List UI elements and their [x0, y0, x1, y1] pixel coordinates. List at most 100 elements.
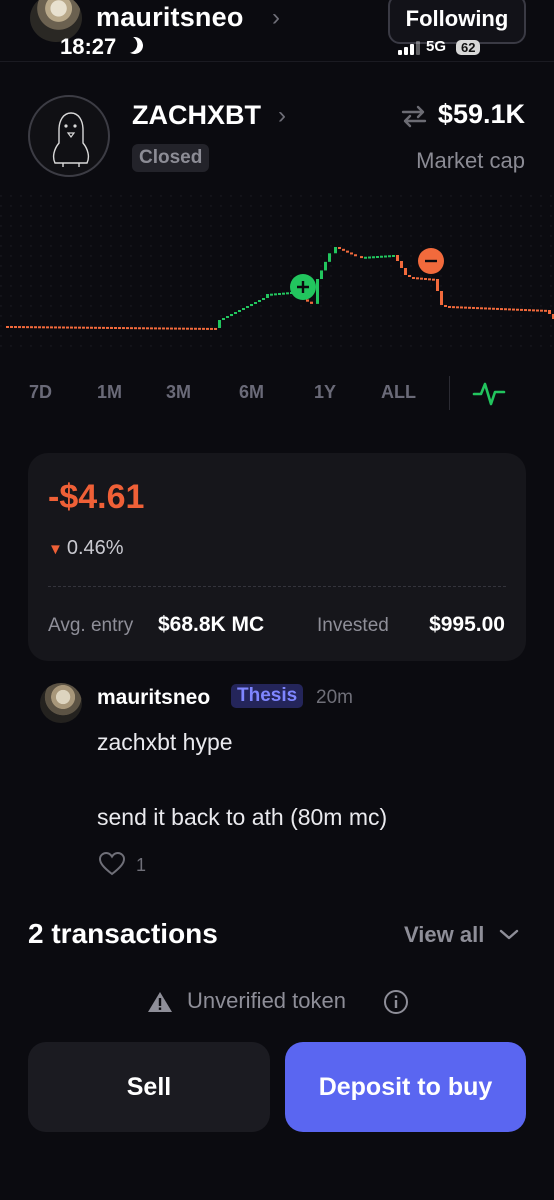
chart-candle [6, 326, 9, 328]
chart-candle [354, 254, 357, 257]
status-bar-right: 5G 62 [398, 38, 481, 55]
chart-candle [540, 309, 543, 312]
comment-text: send it back to ath (80m mc) [97, 804, 388, 830]
chevron-right-icon[interactable]: › [272, 4, 280, 32]
comment-username[interactable]: mauritsneo [97, 686, 210, 710]
chart-candle [78, 326, 81, 329]
chart-candle [488, 307, 491, 310]
info-icon[interactable] [383, 989, 409, 1015]
heart-icon[interactable] [98, 851, 126, 877]
profile-header: mauritsneo › 18:27 Following 5G 62 [0, 0, 554, 62]
chart-candle [452, 306, 455, 309]
chart-candle [346, 250, 349, 253]
market-cap-label: Market cap [416, 148, 525, 173]
chart-candle [428, 278, 431, 281]
chart-candle [222, 318, 225, 320]
pnl-value: -$4.61 [48, 478, 145, 516]
token-logo[interactable] [28, 95, 110, 177]
chart-candle [520, 308, 523, 311]
chevron-right-icon[interactable]: › [278, 102, 286, 130]
sell-marker[interactable] [418, 248, 444, 274]
chart-candle [324, 261, 327, 271]
chart-candle [122, 327, 125, 330]
chart-candle [464, 306, 467, 309]
signal-icon [398, 41, 420, 55]
deposit-to-buy-button[interactable]: Deposit to buy [285, 1042, 526, 1132]
buy-marker[interactable] [290, 274, 316, 300]
comment-timestamp: 20m [316, 687, 353, 708]
chart-candle [320, 270, 323, 279]
chart-candle [162, 327, 165, 330]
chart-candle [380, 255, 383, 258]
chart-candle [468, 306, 471, 309]
tab-7d[interactable]: 7D [29, 382, 52, 403]
chart-candle [114, 327, 117, 329]
profile-username[interactable]: mauritsneo [96, 2, 244, 33]
chart-candle [544, 309, 547, 312]
chart-candle [178, 327, 181, 330]
tab-3m[interactable]: 3M [166, 382, 191, 403]
chart-candle [166, 327, 169, 330]
chart-candle [476, 307, 479, 310]
chart-candle [70, 326, 73, 329]
chart-candle [10, 326, 13, 328]
chart-candle [274, 293, 277, 296]
chart-candle [94, 326, 97, 329]
chart-candle [142, 327, 145, 330]
chevron-down-icon[interactable] [498, 924, 520, 944]
divider [449, 376, 450, 410]
network-label: 5G [426, 38, 447, 55]
pnl-percent: ▼ 0.46% [48, 537, 124, 559]
chart-candle [246, 306, 249, 308]
pulse-line-icon[interactable] [472, 378, 506, 408]
price-chart[interactable] [0, 195, 554, 355]
tab-6m[interactable]: 6M [239, 382, 264, 403]
comment-text: zachxbt hype [97, 729, 233, 755]
chart-candle [384, 255, 387, 258]
chart-candle [22, 326, 25, 329]
chart-candle [278, 293, 281, 295]
chart-candle [202, 327, 205, 330]
chart-candle [38, 326, 41, 329]
chart-candle [174, 327, 177, 330]
swap-arrows-icon[interactable] [400, 104, 428, 128]
chart-candle [524, 309, 527, 312]
view-all-link[interactable]: View all [404, 922, 484, 948]
status-time: 18:27 [60, 34, 117, 59]
chart-candle [512, 308, 515, 311]
chart-candle [492, 307, 495, 310]
chart-candle [396, 255, 399, 261]
chart-candle [504, 308, 507, 311]
chart-candle [170, 327, 173, 330]
like-count: 1 [136, 855, 147, 875]
chart-candle [130, 327, 133, 330]
chart-candle [34, 326, 37, 329]
avg-entry-value: $68.8K MC [158, 613, 265, 636]
chart-candle [392, 255, 395, 257]
sell-button[interactable]: Sell [28, 1042, 270, 1132]
token-name[interactable]: ZACHXBT [132, 100, 261, 131]
tab-all[interactable]: ALL [381, 382, 416, 403]
chart-candle [118, 327, 121, 330]
chart-candle [110, 326, 113, 329]
comment-avatar[interactable] [40, 683, 82, 723]
chart-candle [258, 300, 261, 302]
chart-candle [218, 320, 221, 328]
chart-candle [316, 279, 319, 304]
chart-candle [42, 326, 45, 329]
chart-candle [146, 327, 149, 330]
chart-candle [456, 306, 459, 309]
chart-candle [508, 308, 511, 311]
chart-candle [420, 277, 423, 280]
chart-candle [106, 326, 109, 329]
chart-candle [86, 326, 89, 329]
chart-candle [210, 327, 213, 330]
chart-candle [150, 327, 153, 330]
chart-candle [62, 326, 65, 329]
chart-candle [66, 326, 69, 329]
chart-candle [286, 292, 289, 295]
chart-candle [416, 277, 419, 280]
tab-1y[interactable]: 1Y [314, 382, 336, 403]
tab-1m[interactable]: 1M [97, 382, 122, 403]
chart-candle [532, 309, 535, 312]
